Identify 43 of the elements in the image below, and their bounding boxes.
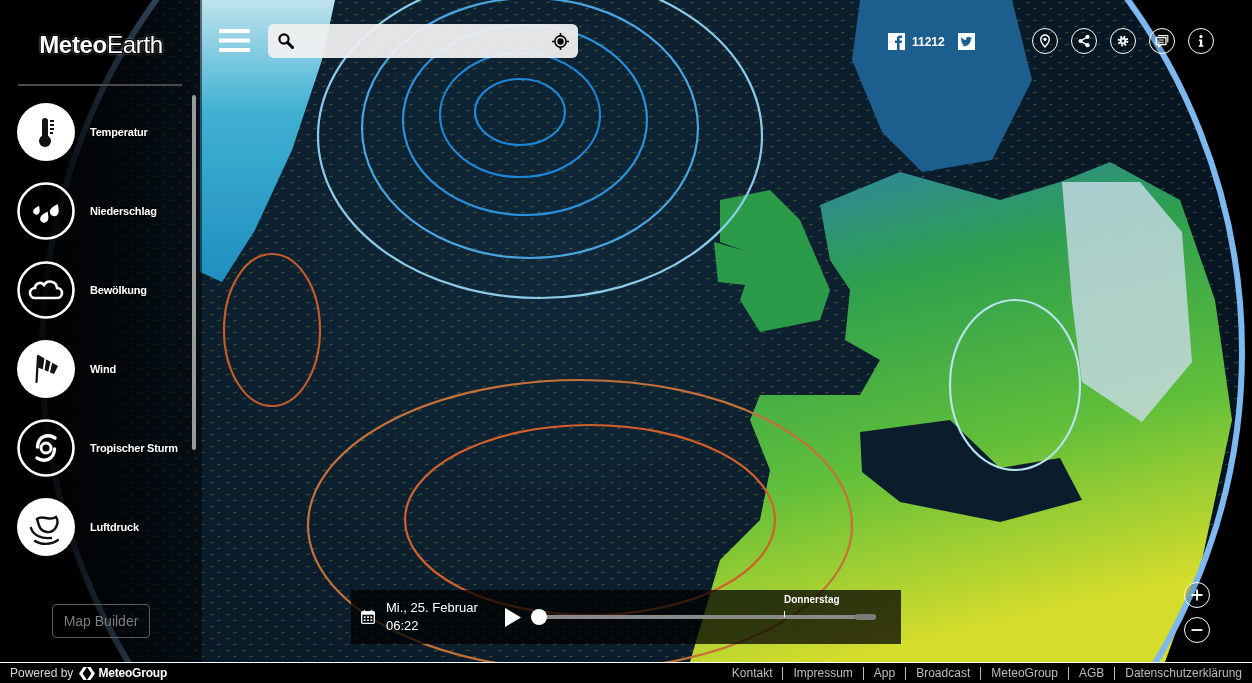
footer-link[interactable]: MeteoGroup — [981, 666, 1068, 680]
slider-thumb[interactable] — [531, 609, 547, 625]
brand-logo-icon — [79, 666, 96, 680]
footer-link[interactable]: App — [863, 666, 906, 680]
calendar-icon[interactable] — [361, 610, 375, 624]
info-button[interactable] — [1188, 28, 1214, 54]
like-count: 11212 — [912, 34, 945, 49]
share-button[interactable] — [1071, 28, 1097, 54]
search-field[interactable] — [268, 24, 578, 58]
timeline-date: Mi., 25. Februar — [386, 599, 478, 617]
day-label: Donnerstag — [784, 594, 840, 606]
day-marker-icon — [784, 611, 785, 617]
search-icon — [278, 33, 294, 49]
zoom-in-button[interactable] — [1184, 582, 1210, 608]
footer-link[interactable]: AGB — [1068, 666, 1115, 680]
play-button[interactable] — [505, 607, 521, 627]
comments-button[interactable] — [1149, 28, 1175, 54]
layer-button[interactable]: Tropischer Sturm — [17, 419, 178, 477]
location-button[interactable] — [1032, 28, 1058, 54]
footer-link[interactable]: Broadcast — [906, 666, 981, 680]
gear-icon — [1116, 34, 1130, 48]
footer-link[interactable]: Kontakt — [721, 666, 783, 680]
share-icon — [1077, 34, 1091, 48]
scrollbar[interactable] — [192, 95, 196, 450]
locate-icon[interactable] — [552, 32, 569, 50]
settings-button[interactable] — [1110, 28, 1136, 54]
layer-button[interactable]: Luftdruck — [17, 498, 139, 556]
map-pin-icon — [1038, 34, 1052, 48]
play-icon — [505, 607, 521, 627]
footer-link[interactable]: Datenschutzerklärung — [1115, 666, 1242, 680]
footer-link[interactable]: Impressum — [783, 666, 863, 680]
powered-by-text: Powered by — [10, 666, 74, 680]
layer-button[interactable]: Temperatur — [17, 103, 148, 161]
zoom-out-button[interactable] — [1184, 617, 1210, 643]
plus-icon — [1190, 588, 1204, 602]
chat-icon — [1155, 34, 1169, 48]
layer-button[interactable]: Bewölkung — [17, 261, 147, 319]
logo: MeteoEarth — [39, 30, 163, 60]
layer-button[interactable]: Wind — [17, 340, 116, 398]
timeline-time: 06:22 — [386, 617, 419, 635]
twitter-icon[interactable] — [957, 33, 975, 50]
layer-button[interactable]: Niederschlag — [17, 182, 157, 240]
brand-name: MeteoGroup — [98, 666, 168, 680]
